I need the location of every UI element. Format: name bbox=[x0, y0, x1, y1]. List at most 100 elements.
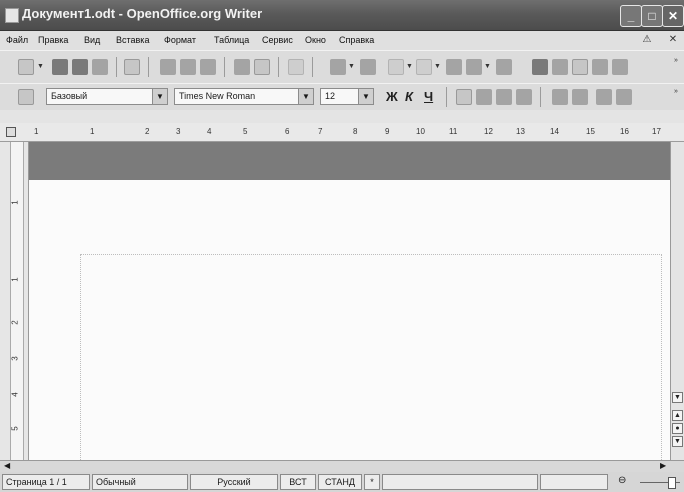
clone-format-icon[interactable] bbox=[360, 59, 376, 75]
previous-page-icon[interactable]: ▲ bbox=[672, 410, 683, 421]
styles-formatting-icon[interactable] bbox=[18, 89, 34, 105]
new-document-icon[interactable] bbox=[18, 59, 34, 75]
nonprinting-chars-icon[interactable] bbox=[612, 59, 628, 75]
new-dropdown-icon[interactable]: ▼ bbox=[37, 63, 44, 70]
vruler-mark: 1 bbox=[10, 277, 20, 282]
scroll-right-icon[interactable]: ▶ bbox=[660, 461, 666, 470]
table-dropdown-icon[interactable]: ▼ bbox=[484, 63, 491, 70]
table-icon[interactable] bbox=[466, 59, 482, 75]
redo-icon[interactable] bbox=[416, 59, 432, 75]
menu-format[interactable]: Формат bbox=[164, 35, 196, 45]
menu-view[interactable]: Вид bbox=[84, 35, 100, 45]
next-page-icon[interactable]: ▼ bbox=[672, 436, 683, 447]
bullets-icon[interactable] bbox=[572, 89, 588, 105]
page-indicator[interactable]: Страница 1 / 1 bbox=[2, 474, 90, 490]
close-document-button[interactable]: ✕ bbox=[666, 34, 680, 46]
modified-indicator: * bbox=[364, 474, 380, 490]
page-style[interactable]: Обычный bbox=[92, 474, 188, 490]
horizontal-ruler[interactable]: 1 1 2 3 4 5 6 7 8 9 10 11 12 13 14 15 16… bbox=[0, 123, 684, 142]
scroll-down-icon[interactable]: ▼ bbox=[672, 392, 683, 403]
align-center-icon[interactable] bbox=[476, 89, 492, 105]
ruler-mark: 17 bbox=[652, 127, 661, 136]
maximize-button[interactable]: □ bbox=[641, 5, 663, 27]
find-replace-icon[interactable] bbox=[532, 59, 548, 75]
tab-stop-icon[interactable] bbox=[6, 127, 16, 137]
vruler-mark: 5 bbox=[10, 426, 20, 431]
scroll-left-icon[interactable]: ◀ bbox=[4, 461, 10, 470]
redo-dropdown-icon[interactable]: ▼ bbox=[434, 63, 441, 70]
signature-field bbox=[382, 474, 538, 490]
align-right-icon[interactable] bbox=[496, 89, 512, 105]
ruler-mark: 9 bbox=[385, 127, 390, 136]
menu-insert[interactable]: Вставка bbox=[116, 35, 149, 45]
numbering-icon[interactable] bbox=[552, 89, 568, 105]
hyperlink-icon[interactable] bbox=[446, 59, 462, 75]
navigator-icon[interactable] bbox=[552, 59, 568, 75]
view-layout-buttons[interactable] bbox=[540, 474, 608, 490]
save-icon[interactable] bbox=[72, 59, 88, 75]
ruler-mark: 1 bbox=[34, 127, 39, 136]
vertical-ruler[interactable]: 1 1 2 3 4 5 bbox=[0, 142, 29, 460]
print-preview-icon[interactable] bbox=[200, 59, 216, 75]
chevron-down-icon[interactable]: ▼ bbox=[298, 89, 313, 104]
print-icon[interactable] bbox=[180, 59, 196, 75]
export-pdf-icon[interactable] bbox=[160, 59, 176, 75]
vertical-scrollbar[interactable]: ▼ ▲ ● ▼ bbox=[670, 142, 684, 460]
minimize-button[interactable]: _ bbox=[620, 5, 642, 27]
document-icon bbox=[5, 8, 19, 23]
undo-dropdown-icon[interactable]: ▼ bbox=[406, 63, 413, 70]
insert-mode[interactable]: ВСТ bbox=[280, 474, 316, 490]
title-bar: Документ1.odt - OpenOffice.org Writer _ … bbox=[0, 0, 684, 31]
ruler-mark: 12 bbox=[484, 127, 493, 136]
edit-mode-icon[interactable] bbox=[124, 59, 140, 75]
show-draw-functions-icon[interactable] bbox=[496, 59, 512, 75]
zoom-out-icon[interactable]: ⊖ bbox=[618, 475, 626, 486]
toolbar-gap bbox=[0, 110, 684, 124]
chevron-down-icon[interactable]: ▼ bbox=[358, 89, 373, 104]
chevron-down-icon[interactable]: ▼ bbox=[152, 89, 167, 104]
help-agent-icon[interactable]: ⚠ bbox=[640, 34, 654, 46]
ruler-mark: 11 bbox=[449, 127, 458, 136]
menu-edit[interactable]: Правка bbox=[38, 35, 68, 45]
selection-mode[interactable]: СТАНД bbox=[318, 474, 362, 490]
ruler-mark: 6 bbox=[285, 127, 290, 136]
menu-window[interactable]: Окно bbox=[305, 35, 326, 45]
italic-button[interactable]: К bbox=[405, 89, 413, 104]
zoom-slider-handle[interactable] bbox=[668, 477, 676, 489]
menu-bar: Файл Правка Вид Вставка Формат Таблица С… bbox=[0, 31, 684, 50]
paragraph-style-select[interactable]: Базовый ▼ bbox=[46, 88, 168, 105]
paragraph-style-value: Базовый bbox=[51, 91, 88, 101]
menu-file[interactable]: Файл bbox=[6, 35, 28, 45]
menu-help[interactable]: Справка bbox=[339, 35, 374, 45]
undo-icon[interactable] bbox=[388, 59, 404, 75]
ruler-mark: 7 bbox=[318, 127, 323, 136]
font-size-value: 12 bbox=[325, 91, 336, 101]
decrease-indent-icon[interactable] bbox=[596, 89, 612, 105]
toolbar-overflow-icon[interactable]: » bbox=[674, 57, 678, 64]
font-name-select[interactable]: Times New Roman ▼ bbox=[174, 88, 314, 105]
ruler-mark: 1 bbox=[90, 127, 95, 136]
underline-button[interactable]: Ч bbox=[424, 89, 433, 104]
vruler-mark: 2 bbox=[10, 320, 20, 325]
bold-button[interactable]: Ж bbox=[386, 89, 398, 104]
justify-icon[interactable] bbox=[516, 89, 532, 105]
cut-icon[interactable] bbox=[288, 59, 304, 75]
toolbar-overflow-icon[interactable]: » bbox=[674, 88, 678, 95]
align-left-icon[interactable] bbox=[456, 89, 472, 105]
gallery-icon[interactable] bbox=[572, 59, 588, 75]
data-sources-icon[interactable] bbox=[592, 59, 608, 75]
language[interactable]: Русский bbox=[190, 474, 278, 490]
close-button[interactable]: ✕ bbox=[662, 5, 684, 27]
email-icon[interactable] bbox=[92, 59, 108, 75]
vruler-mark: 4 bbox=[10, 392, 20, 397]
navigation-icon[interactable]: ● bbox=[672, 423, 683, 434]
paste-dropdown-icon[interactable]: ▼ bbox=[348, 63, 355, 70]
spellcheck-icon[interactable] bbox=[234, 59, 250, 75]
autospellcheck-icon[interactable] bbox=[254, 59, 270, 75]
menu-tools[interactable]: Сервис bbox=[262, 35, 293, 45]
menu-table[interactable]: Таблица bbox=[214, 35, 249, 45]
paste-icon[interactable] bbox=[330, 59, 346, 75]
font-size-select[interactable]: 12 ▼ bbox=[320, 88, 374, 105]
open-icon[interactable] bbox=[52, 59, 68, 75]
increase-indent-icon[interactable] bbox=[616, 89, 632, 105]
